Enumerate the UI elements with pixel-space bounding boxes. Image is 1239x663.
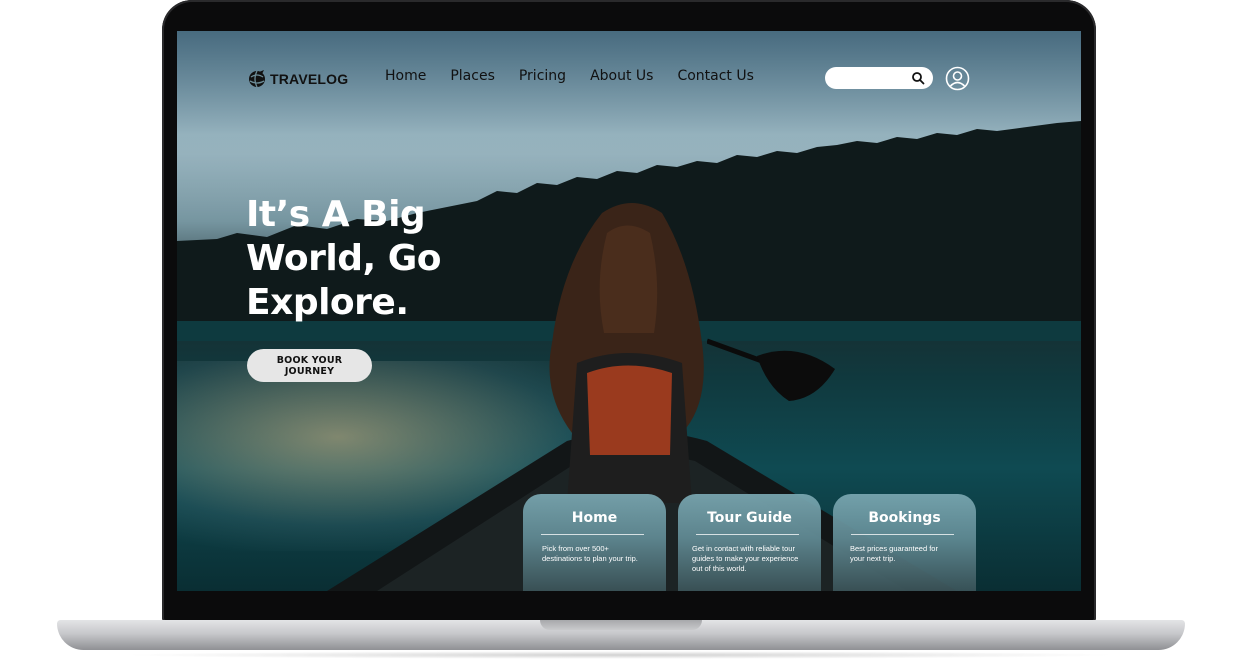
card-title: Home bbox=[571, 510, 618, 526]
website-screen: TRAVELOG Home Places Pricing About Us Co… bbox=[177, 31, 1081, 591]
card-text: Best prices guaranteed for your next tri… bbox=[850, 544, 938, 563]
site-logo[interactable]: TRAVELOG bbox=[247, 69, 348, 89]
card-divider bbox=[541, 534, 644, 535]
nav-item-places[interactable]: Places bbox=[450, 68, 495, 84]
card-title: Tour Guide bbox=[707, 510, 792, 526]
card-text: Pick from over 500+ destinations to plan… bbox=[542, 544, 638, 563]
nav-item-contact-us[interactable]: Contact Us bbox=[677, 68, 753, 84]
paddle-shape bbox=[707, 338, 835, 401]
user-profile-icon[interactable] bbox=[945, 66, 970, 91]
laptop-shadow bbox=[120, 651, 1120, 659]
card-text: Get in contact with reliable tour guides… bbox=[692, 544, 799, 573]
search-icon[interactable] bbox=[911, 71, 925, 85]
globe-plane-icon bbox=[249, 70, 265, 88]
hero-title-line: It’s A Big bbox=[246, 194, 426, 235]
book-journey-button[interactable]: BOOK YOUR JOURNEY bbox=[247, 349, 372, 382]
card-divider bbox=[851, 534, 954, 535]
hero-title-line: World, Go bbox=[246, 238, 442, 279]
laptop-notch bbox=[540, 620, 702, 630]
card-divider bbox=[696, 534, 799, 535]
nav-item-about-us[interactable]: About Us bbox=[590, 68, 653, 84]
feature-card-bookings[interactable]: Bookings Best prices guaranteed for your… bbox=[833, 494, 976, 591]
woman-figure bbox=[549, 203, 704, 503]
nav-item-pricing[interactable]: Pricing bbox=[519, 68, 566, 84]
search-bar bbox=[825, 67, 933, 89]
card-title: Bookings bbox=[868, 510, 941, 526]
logo-text: TRAVELOG bbox=[270, 71, 349, 87]
hero-title-line: Explore. bbox=[246, 282, 409, 323]
main-nav: Home Places Pricing About Us Contact Us bbox=[385, 68, 778, 84]
feature-card-home[interactable]: Home Pick from over 500+ destinations to… bbox=[523, 494, 666, 591]
feature-card-tour-guide[interactable]: Tour Guide Get in contact with reliable … bbox=[678, 494, 821, 591]
nav-item-home[interactable]: Home bbox=[385, 68, 426, 84]
hero-title: It’s A Big World, Go Explore. bbox=[246, 193, 486, 325]
search-input[interactable] bbox=[835, 71, 919, 85]
